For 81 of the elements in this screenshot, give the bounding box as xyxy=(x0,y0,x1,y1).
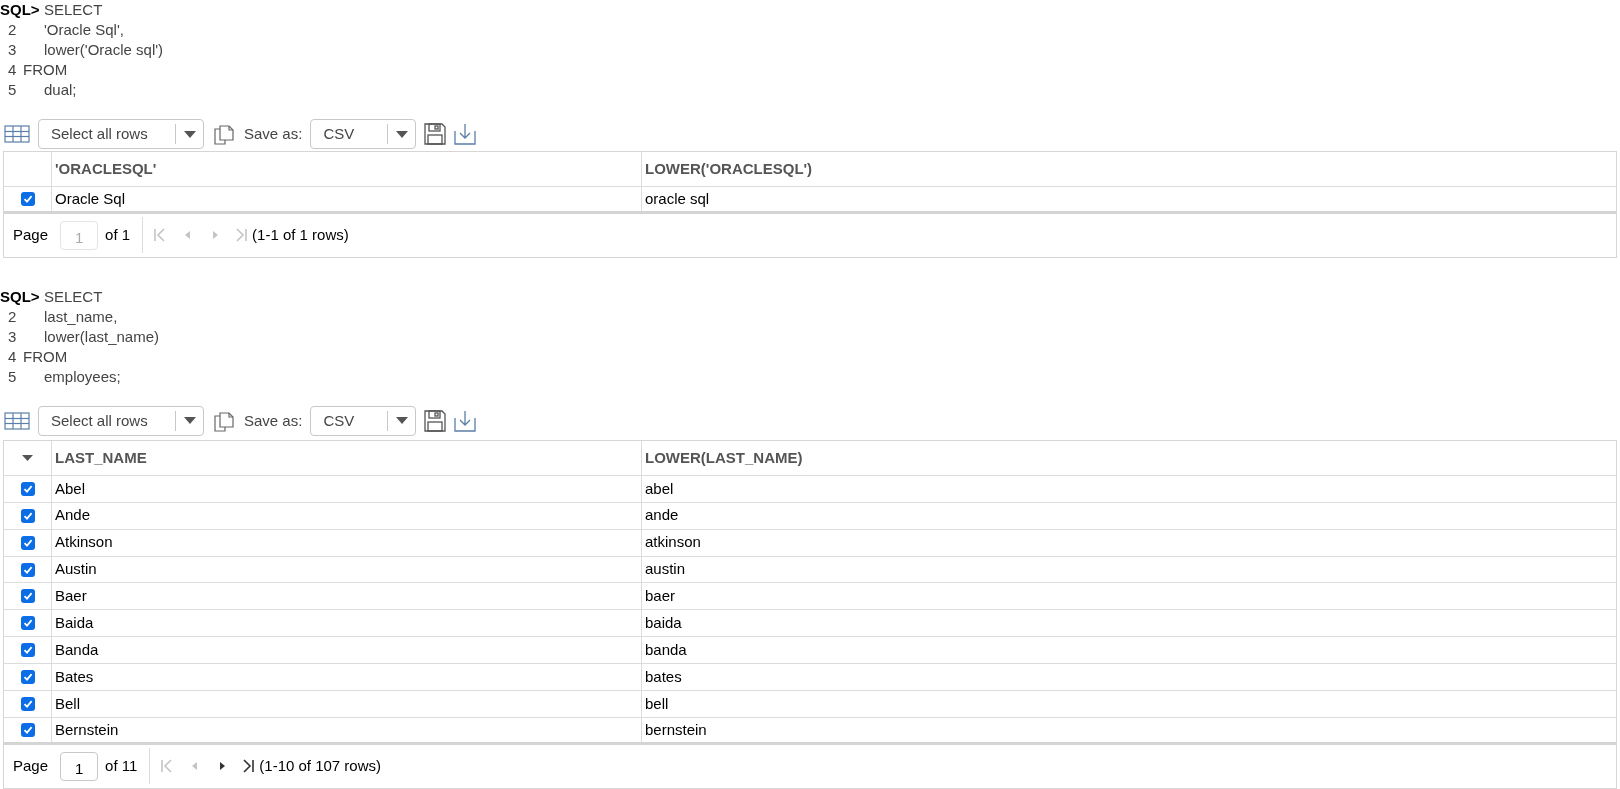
table-cell: Baida xyxy=(52,610,642,637)
row-checkbox[interactable] xyxy=(20,535,35,550)
caret-icon xyxy=(183,417,196,425)
dropdown[interactable]: Select all rows xyxy=(38,405,204,436)
table-cell: Bernstein xyxy=(52,717,642,742)
table-cell-text: baida xyxy=(644,613,683,634)
row-checkbox[interactable] xyxy=(20,722,35,737)
grid-icon[interactable] xyxy=(4,124,30,144)
dropdown[interactable]: CSV xyxy=(310,405,417,436)
line-number: 5 xyxy=(7,366,18,387)
code-line: lower(last_name) xyxy=(44,326,160,347)
dropdown[interactable]: CSV xyxy=(310,119,417,149)
dropdown[interactable]: Select all rows xyxy=(38,119,204,149)
page-label: Page xyxy=(13,225,49,246)
save-icon[interactable] xyxy=(424,409,447,432)
table-cell: Bates xyxy=(52,664,642,690)
table-cell-text: atkinson xyxy=(644,532,702,553)
code-line: lower('Oracle sql') xyxy=(44,40,164,60)
line-number: 3 xyxy=(7,326,18,347)
sql-prompt: SQL> xyxy=(0,286,40,307)
row-checkbox[interactable] xyxy=(20,191,35,206)
code-line: FROM xyxy=(23,346,68,367)
line-number: 2 xyxy=(7,306,18,327)
line-number: 5 xyxy=(7,80,18,100)
table-cell: Bell xyxy=(52,691,642,717)
code-line: last_name, xyxy=(44,306,118,327)
download-icon[interactable] xyxy=(454,123,477,145)
row-checkbox[interactable] xyxy=(20,481,35,496)
line-number: 2 xyxy=(7,20,18,40)
row-summary: (1-10 of 107 rows) xyxy=(259,756,382,777)
save-as-label: Save as: xyxy=(244,123,303,144)
code-line: dual; xyxy=(44,80,77,100)
caret-icon[interactable] xyxy=(22,454,33,461)
table-cell-text: bates xyxy=(644,666,683,687)
table-cell: Banda xyxy=(52,637,642,664)
caret-icon xyxy=(395,417,408,425)
row-checkbox[interactable] xyxy=(20,508,35,523)
table-cell: Oracle Sql xyxy=(52,187,642,211)
sql-prompt: SQL> xyxy=(0,0,40,20)
save-icon[interactable] xyxy=(424,123,447,145)
table-cell-text: ande xyxy=(644,505,680,526)
table-cell-text: bell xyxy=(644,693,670,714)
table-cell-text: austin xyxy=(644,559,687,580)
table-cell-text: baer xyxy=(644,586,677,607)
page-count: of 11 xyxy=(105,756,138,777)
table-cell: Atkinson xyxy=(52,529,642,556)
table-cell: Austin xyxy=(52,556,642,583)
code-line: SELECT xyxy=(44,0,103,20)
line-number: 3 xyxy=(7,40,18,60)
row-checkbox[interactable] xyxy=(20,562,35,577)
column-header[interactable]: LAST_NAME xyxy=(52,440,642,475)
page-input[interactable]: 1 xyxy=(60,751,99,781)
table-cell-text: banda xyxy=(644,639,688,660)
code-line: employees; xyxy=(44,366,121,387)
row-checkbox[interactable] xyxy=(20,616,35,631)
save-as-label: Save as: xyxy=(244,410,303,431)
caret-icon xyxy=(183,130,196,138)
table-cell-text: oracle sql xyxy=(644,188,711,209)
page-count: of 1 xyxy=(105,225,131,246)
table-cell-text: abel xyxy=(644,478,675,499)
row-checkbox[interactable] xyxy=(20,670,35,685)
column-header[interactable]: 'ORACLESQL' xyxy=(52,152,642,186)
page-label: Page xyxy=(13,756,49,777)
code-line: SELECT xyxy=(44,286,103,307)
table-cell: Baer xyxy=(52,583,642,610)
row-checkbox[interactable] xyxy=(20,589,35,604)
code-line: 'Oracle Sql', xyxy=(44,20,124,40)
row-checkbox[interactable] xyxy=(20,696,35,711)
grid-icon[interactable] xyxy=(4,410,30,431)
row-checkbox[interactable] xyxy=(20,643,35,658)
table-cell: Abel xyxy=(52,475,642,502)
table-cell-text: bernstein xyxy=(644,719,708,740)
code-line: FROM xyxy=(23,60,68,80)
row-summary: (1-1 of 1 rows) xyxy=(252,225,349,246)
copy-icon[interactable] xyxy=(212,122,236,146)
table-cell: Ande xyxy=(52,502,642,529)
download-icon[interactable] xyxy=(454,409,477,432)
last-page-icon[interactable] xyxy=(241,758,256,775)
column-header[interactable]: LOWER('ORACLESQL') xyxy=(642,152,1616,186)
column-header[interactable]: LOWER(LAST_NAME) xyxy=(642,440,1616,475)
caret-icon xyxy=(395,130,408,138)
